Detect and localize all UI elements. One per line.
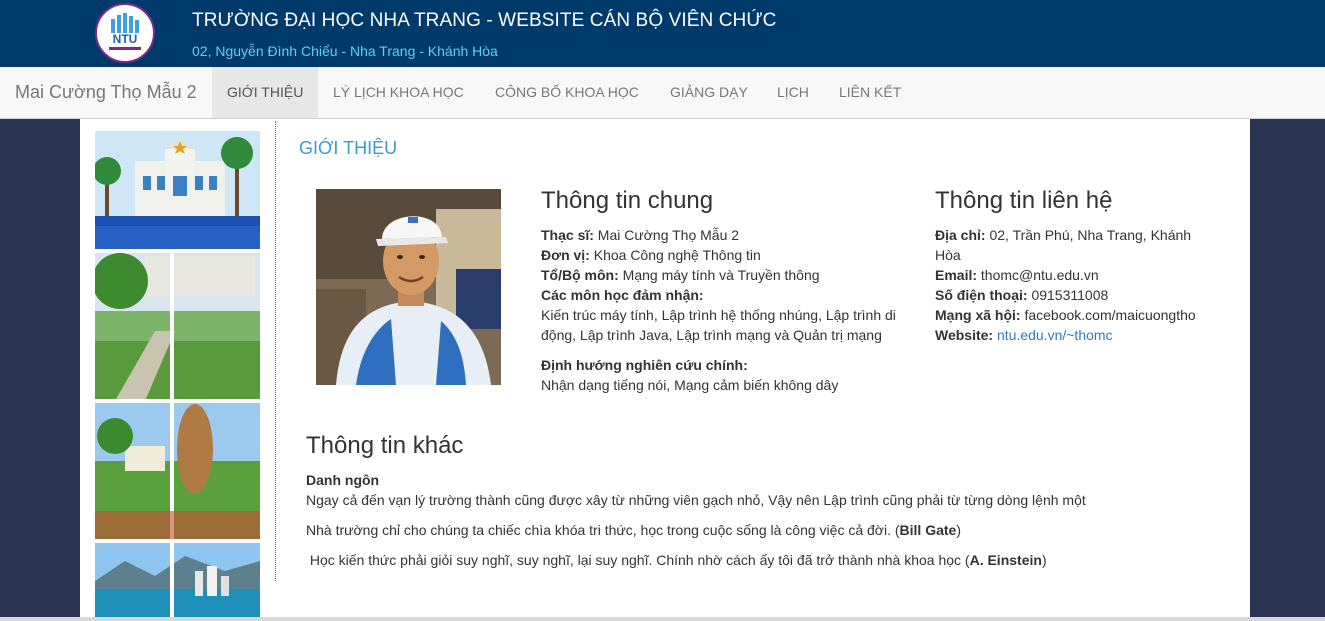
other-info-heading: Thông tin khác — [306, 432, 464, 459]
department-value: Mạng máy tính và Truyền thông — [622, 267, 820, 283]
navbar-brand[interactable]: Mai Cường Thọ Mẫu 2 — [15, 82, 197, 103]
unit-label: Đơn vị: — [541, 247, 590, 263]
quote-1: Ngay cả đến vạn lý trường thành cũng đượ… — [306, 492, 1086, 508]
contact-info-heading: Thông tin liên hệ — [935, 187, 1113, 214]
site-address: 02, Nguyễn Đình Chiểu - Nha Trang - Khán… — [192, 43, 498, 59]
phone-row: Số điện thoại: 0915311008 — [935, 285, 1210, 305]
nav-item-lien-ket[interactable]: LIÊN KẾT — [824, 67, 916, 118]
courses-label-row: Các môn học đảm nhận: — [541, 285, 911, 305]
profile-photo — [316, 189, 501, 385]
university-logo[interactable]: NTU — [95, 3, 155, 63]
research-label-row: Định hướng nghiên cứu chính: — [541, 355, 911, 375]
courses-value: Kiến trúc máy tính, Lập trình hệ thống n… — [541, 307, 896, 343]
email-value: thomc@ntu.edu.vn — [980, 267, 1099, 283]
contact-info-section: Thông tin liên hệ Địa chỉ: 02, Trần Phú,… — [935, 187, 1210, 345]
nav-item-cong-bo-khoa-hoc[interactable]: CÔNG BỐ KHOA HỌC — [480, 67, 654, 118]
email-label: Email: — [935, 267, 978, 283]
quote-3-end: ) — [1041, 552, 1047, 568]
phone-value: 0915311008 — [1031, 287, 1109, 303]
site-title: TRƯỜNG ĐẠI HỌC NHA TRANG - WEBSITE CÁN B… — [192, 10, 777, 31]
courses-label: Các môn học đảm nhận: — [541, 287, 704, 303]
nav-item-lich[interactable]: LỊCH — [762, 67, 824, 118]
social-row: Mạng xã hội: facebook.com/maicuongtho — [935, 305, 1210, 325]
social-label: Mạng xã hội: — [935, 307, 1021, 323]
degree-row: Thạc sĩ: Mai Cường Thọ Mẫu 2 — [541, 225, 911, 245]
unit-value: Khoa Công nghệ Thông tin — [593, 247, 761, 263]
nav-item-gioi-thieu[interactable]: GIỚI THIỆU — [212, 67, 319, 118]
website-row: Website: ntu.edu.vn/~thomc — [935, 325, 1210, 345]
department-label: Tổ/Bộ môn: — [541, 267, 619, 283]
department-row: Tổ/Bộ môn: Mạng máy tính và Truyền thông — [541, 265, 911, 285]
horizontal-scrollbar[interactable] — [0, 617, 1325, 621]
website-label: Website: — [935, 327, 994, 343]
nav-item-giang-day[interactable]: GIẢNG DẠY — [655, 67, 763, 118]
email-row: Email: thomc@ntu.edu.vn — [935, 265, 1210, 285]
general-info-section: Thông tin chung Thạc sĩ: Mai Cường Thọ M… — [541, 187, 911, 395]
quote-3: Học kiến thức phải giỏi suy nghĩ, suy ng… — [306, 550, 1206, 570]
quote-2-author: Bill Gate — [899, 522, 957, 538]
website-link[interactable]: ntu.edu.vn/~thomc — [997, 327, 1113, 343]
logo-text: NTU — [113, 32, 138, 46]
section-title: GIỚI THIỆU — [299, 138, 398, 158]
address-label: Địa chỉ: — [935, 227, 986, 243]
sidebar-divider — [275, 121, 276, 581]
research-value: Nhận dạng tiếng nói, Mạng cảm biến không… — [541, 377, 839, 393]
degree-value: Mai Cường Thọ Mẫu 2 — [597, 227, 740, 243]
phone-label: Số điện thoại: — [935, 287, 1028, 303]
main-navbar: Mai Cường Thọ Mẫu 2 GIỚI THIỆU LÝ LỊCH K… — [0, 67, 1325, 119]
quotes-label: Danh ngôn — [306, 472, 380, 488]
nav-item-ly-lich-khoa-hoc[interactable]: LÝ LỊCH KHOA HỌC — [318, 67, 479, 118]
research-label: Định hướng nghiên cứu chính: — [541, 357, 748, 373]
social-value: facebook.com/maicuongtho — [1024, 307, 1196, 323]
unit-row: Đơn vị: Khoa Công nghệ Thông tin — [541, 245, 911, 265]
address-row: Địa chỉ: 02, Trần Phú, Nha Trang, Khánh … — [935, 225, 1210, 265]
degree-label: Thạc sĩ: — [541, 227, 594, 243]
general-info-heading: Thông tin chung — [541, 187, 714, 214]
quote-2: Nhà trường chỉ cho chúng ta chiếc chìa k… — [306, 520, 1206, 540]
site-header: NTU TRƯỜNG ĐẠI HỌC NHA TRANG - WEBSITE C… — [0, 0, 1325, 67]
quotes-label-row: Danh ngôn — [306, 470, 1206, 490]
quote-3-author: A. Einstein — [969, 552, 1042, 568]
quote-2-end: ) — [956, 522, 961, 538]
other-info-section: Thông tin khác Danh ngôn Ngay cả đến vạn… — [306, 432, 1206, 580]
quote-2-text: Nhà trường chỉ cho chúng ta chiếc chìa k… — [306, 522, 900, 538]
campus-photo-collage — [95, 131, 260, 621]
quote-3-text: Học kiến thức phải giỏi suy nghĩ, suy ng… — [306, 552, 970, 568]
main-content: GIỚI THIỆU Thông tin chung Thạc sĩ: Mai … — [80, 119, 1250, 621]
